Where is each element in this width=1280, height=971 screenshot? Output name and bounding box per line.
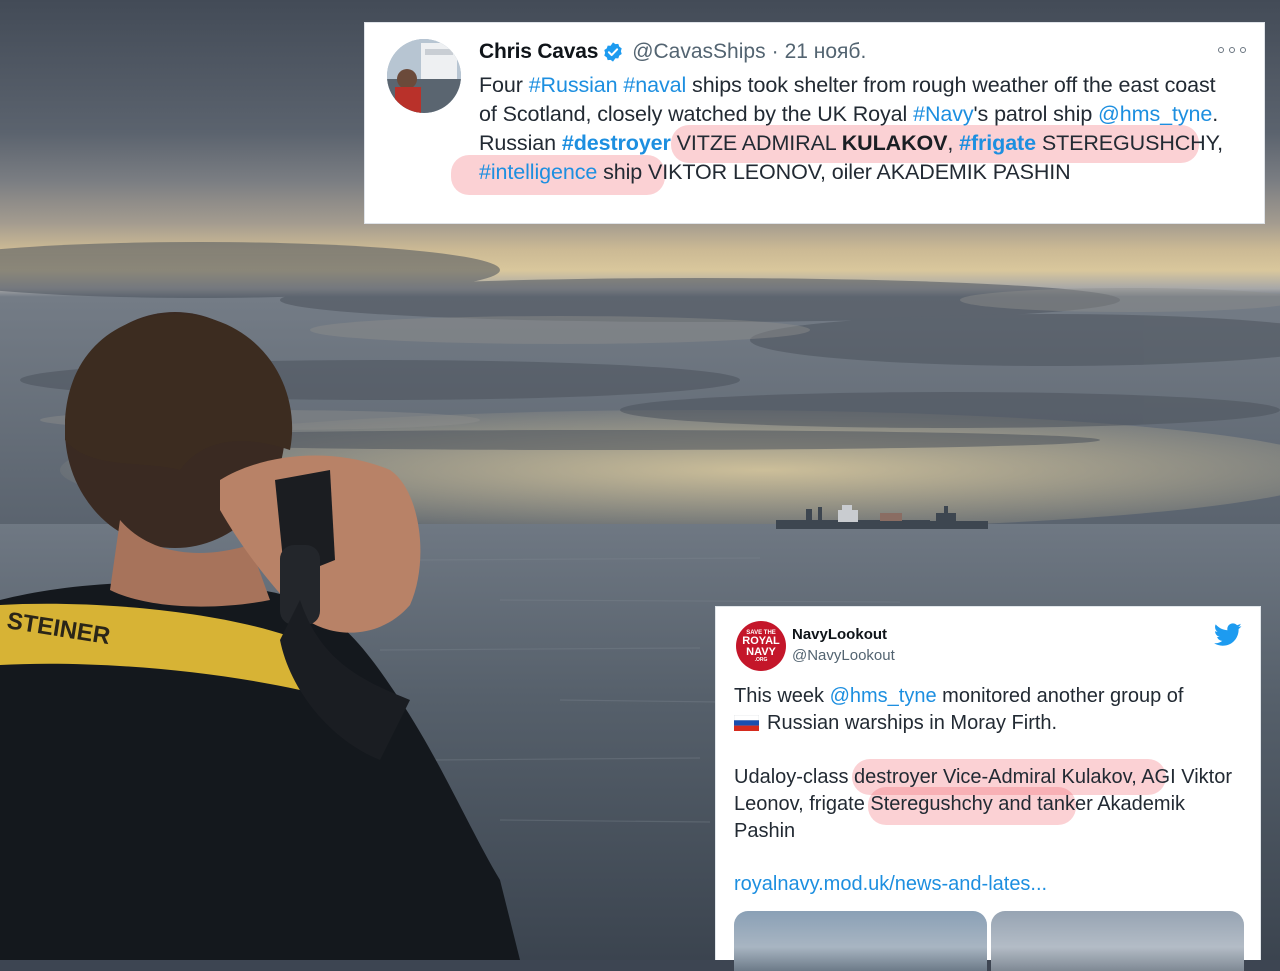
hashtag-intelligence[interactable]: #intelligence [479, 160, 597, 184]
hashtag-destroyer[interactable]: #destroyer [562, 131, 671, 155]
hashtag-navy[interactable]: #Navy [913, 102, 974, 126]
separator-dot: · [771, 40, 779, 63]
ship-frigate-text: frigate Steregushchy [809, 793, 993, 815]
hashtag-frigate[interactable]: #frigate [959, 131, 1036, 155]
media-thumbnail-2[interactable] [991, 911, 1244, 971]
author-name[interactable]: NavyLookout [792, 626, 887, 643]
ship-destroyer-text: destroyer Vice-Admiral Kulakov, [854, 766, 1137, 788]
twitter-bird-icon[interactable] [1214, 623, 1242, 647]
author-handle[interactable]: @CavasShips [632, 40, 765, 64]
article-link[interactable]: royalnavy.mod.uk/news-and-lates... [734, 873, 1047, 896]
mention-hms-tyne[interactable]: @hms_tyne [1098, 102, 1212, 126]
tweet-card-navylookout[interactable]: SAVE THE ROYAL NAVY .ORG NavyLookout @Na… [715, 606, 1261, 971]
media-thumbnail-1[interactable] [734, 911, 987, 971]
avatar-navylookout[interactable]: SAVE THE ROYAL NAVY .ORG [736, 621, 786, 671]
russia-flag-icon [734, 715, 759, 731]
tweet-card-chris-cavas[interactable]: Chris Cavas @CavasShips · 21 нояб. Four … [364, 22, 1265, 224]
tweet-date[interactable]: 21 нояб. [785, 40, 867, 64]
media-thumbnails [734, 911, 1244, 971]
hashtag-naval[interactable]: #naval [623, 73, 686, 97]
tweet-text: This week @hms_tyne monitored another gr… [734, 685, 1232, 842]
tweet-text: Four #Russian #naval ships took shelter … [479, 73, 1223, 184]
hashtag-russian[interactable]: #Russian [529, 73, 618, 97]
avatar-chris-cavas[interactable] [387, 39, 461, 113]
verified-badge-icon [604, 42, 622, 62]
author-name[interactable]: Chris Cavas [479, 40, 598, 64]
mention-hms-tyne[interactable]: @hms_tyne [830, 685, 937, 707]
more-options-icon[interactable] [1218, 43, 1246, 57]
ship-name-kulakov: KULAKOV [841, 131, 948, 155]
author-handle[interactable]: @NavyLookout [792, 647, 895, 664]
